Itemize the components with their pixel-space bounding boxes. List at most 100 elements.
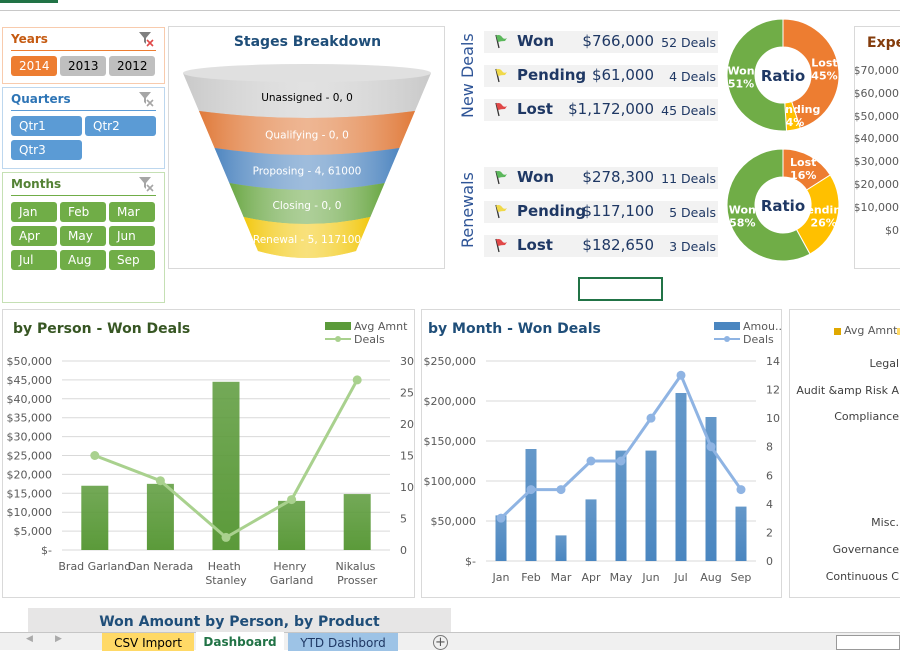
- tab-csv-import[interactable]: CSV Import: [102, 633, 194, 651]
- legend-bar-swatch: [714, 322, 740, 330]
- y-tick-label: $45,000: [7, 374, 53, 387]
- slicer-item-2013[interactable]: 2013: [60, 56, 106, 76]
- slicer-item-aug[interactable]: Aug: [60, 250, 106, 270]
- quarters-slicer-title: Quarters: [11, 92, 71, 106]
- renewals-row-won: Won $278,300 11 Deals: [484, 167, 718, 189]
- sheet-top-border: [0, 10, 900, 11]
- y2-tick-label: 10: [766, 412, 780, 425]
- quarters-slicer: Quarters Qtr1 Qtr2 Qtr3: [2, 87, 165, 169]
- y-tick-label: $50,000: [431, 515, 477, 528]
- clear-filter-icon[interactable]: [138, 31, 154, 47]
- new-deals-label: New Deals: [458, 33, 477, 118]
- deals-point: [586, 456, 596, 466]
- donut-label-name: Lost: [790, 156, 816, 169]
- person-chart-title: by Person - Won Deals: [13, 321, 191, 337]
- legend-line-label: Deals: [743, 333, 774, 346]
- x-tick-label: Jul: [673, 571, 687, 584]
- renewals-ratio-donut: Lost16% Pending26% Won58% Ratio: [726, 148, 849, 262]
- renewals-row-pending: Pending $117,100 5 Deals: [484, 201, 718, 223]
- funnel-stage-label: Closing - 0, 0: [273, 200, 342, 212]
- bar-apr: [585, 499, 597, 561]
- deals-point: [646, 413, 656, 423]
- deal-status: Pending: [517, 66, 587, 84]
- clear-filter-icon[interactable]: [138, 176, 154, 192]
- y-tick-label: $200,000: [424, 395, 477, 408]
- expenses-title: Expe: [867, 35, 900, 51]
- deal-count: 45 Deals: [661, 103, 716, 118]
- donut-label-pct: 51%: [728, 77, 754, 90]
- slicer-item-qtr3[interactable]: Qtr3: [11, 140, 82, 160]
- slicer-item-jun[interactable]: Jun: [109, 226, 155, 246]
- sheet-tab-bar: ◀ ▶ CSV Import Dashboard YTD Dashbord +: [0, 632, 900, 651]
- deal-count: 3 Deals: [669, 239, 716, 254]
- clear-filter-icon[interactable]: [138, 91, 154, 107]
- category-chart-panel: Avg Amnt Legal Audit &amp Risk A Complianc…: [789, 309, 900, 598]
- deal-status: Won: [517, 32, 554, 50]
- funnel-title: Stages Breakdown: [233, 34, 382, 50]
- slicer-item-sep[interactable]: Sep: [109, 250, 155, 270]
- bar-may: [615, 450, 627, 561]
- horizontal-scrollbar[interactable]: [836, 635, 900, 650]
- deal-amount: $766,000: [582, 32, 654, 50]
- y-tick-label: $-: [41, 544, 52, 557]
- deals-point: [287, 495, 297, 505]
- category-label: Compliance: [834, 410, 899, 423]
- deals-point: [221, 532, 231, 542]
- y2-tick-label: 14: [766, 355, 780, 368]
- x-tick-label: Apr: [581, 571, 601, 584]
- x-tick-label: Heath Stanley: [205, 560, 247, 587]
- bar-henry-garland: [278, 500, 306, 550]
- slicer-item-2012[interactable]: 2012: [109, 56, 155, 76]
- slicer-item-jul[interactable]: Jul: [11, 250, 57, 270]
- bar-mar: [555, 535, 567, 561]
- donut-label-name: Pending: [798, 203, 849, 216]
- donut-label-pct: 4%: [786, 116, 805, 129]
- slicer-item-qtr1[interactable]: Qtr1: [11, 116, 82, 136]
- flag-icon: [495, 238, 507, 253]
- slicer-item-qtr2[interactable]: Qtr2: [85, 116, 156, 136]
- x-tick-label: Jan: [492, 571, 510, 584]
- slicer-item-apr[interactable]: Apr: [11, 226, 57, 246]
- add-sheet-icon[interactable]: +: [433, 635, 448, 650]
- y-tick-label: $50,000: [7, 355, 53, 368]
- tab-ytd-dashbord[interactable]: YTD Dashbord: [288, 633, 398, 651]
- deals-point: [496, 513, 506, 523]
- y2-tick-label: 12: [766, 384, 780, 397]
- slicer-item-may[interactable]: May: [60, 226, 106, 246]
- expenses-chart-panel: Expe $70,000 $60,000 $50,000 $40,000 $30,000…: [854, 26, 900, 269]
- donut-label-name: Lost: [811, 56, 837, 69]
- ratio-label: Ratio: [761, 197, 805, 215]
- legend-line-marker: [724, 336, 730, 342]
- y2-tick-label: 2: [766, 526, 773, 539]
- y-tick-label: $35,000: [7, 412, 53, 425]
- legend-bar-swatch: [325, 322, 351, 330]
- deal-amount: $182,650: [582, 236, 654, 254]
- y-tick-label: $25,000: [7, 450, 53, 463]
- funnel-stage-label: Renewal - 5, 117100: [253, 234, 361, 246]
- tab-dashboard[interactable]: Dashboard: [196, 632, 284, 651]
- scroll-tabs-right-icon[interactable]: ▶: [55, 634, 62, 644]
- flag-icon: [495, 102, 507, 117]
- y-tick-label: $100,000: [424, 475, 477, 488]
- slicer-item-jan[interactable]: Jan: [11, 202, 57, 222]
- bar-heath-stanley: [212, 381, 240, 550]
- x-tick-label: May: [610, 571, 633, 584]
- y-tick-label: $40,000: [7, 393, 53, 406]
- donut-label-name: Won: [729, 203, 756, 216]
- expenses-y-tick: $30,000: [854, 155, 899, 169]
- y2-tick-label: 30: [400, 355, 414, 368]
- slicer-item-feb[interactable]: Feb: [60, 202, 106, 222]
- y-tick-label: $15,000: [7, 487, 53, 500]
- y2-tick-label: 20: [400, 418, 414, 431]
- expenses-y-tick: $50,000: [854, 109, 899, 123]
- slicer-item-mar[interactable]: Mar: [109, 202, 155, 222]
- legend-swatch: [834, 328, 841, 335]
- donut-label-pct: 26%: [811, 216, 837, 229]
- selected-cell[interactable]: [578, 277, 663, 301]
- category-label: Governance: [832, 543, 899, 556]
- bar-nikalus-prosser: [343, 494, 371, 550]
- scroll-tabs-left-icon[interactable]: ◀: [26, 634, 33, 644]
- donut-label-pct: 58%: [729, 216, 755, 229]
- bar-feb: [525, 449, 537, 561]
- slicer-item-2014[interactable]: 2014: [11, 56, 57, 76]
